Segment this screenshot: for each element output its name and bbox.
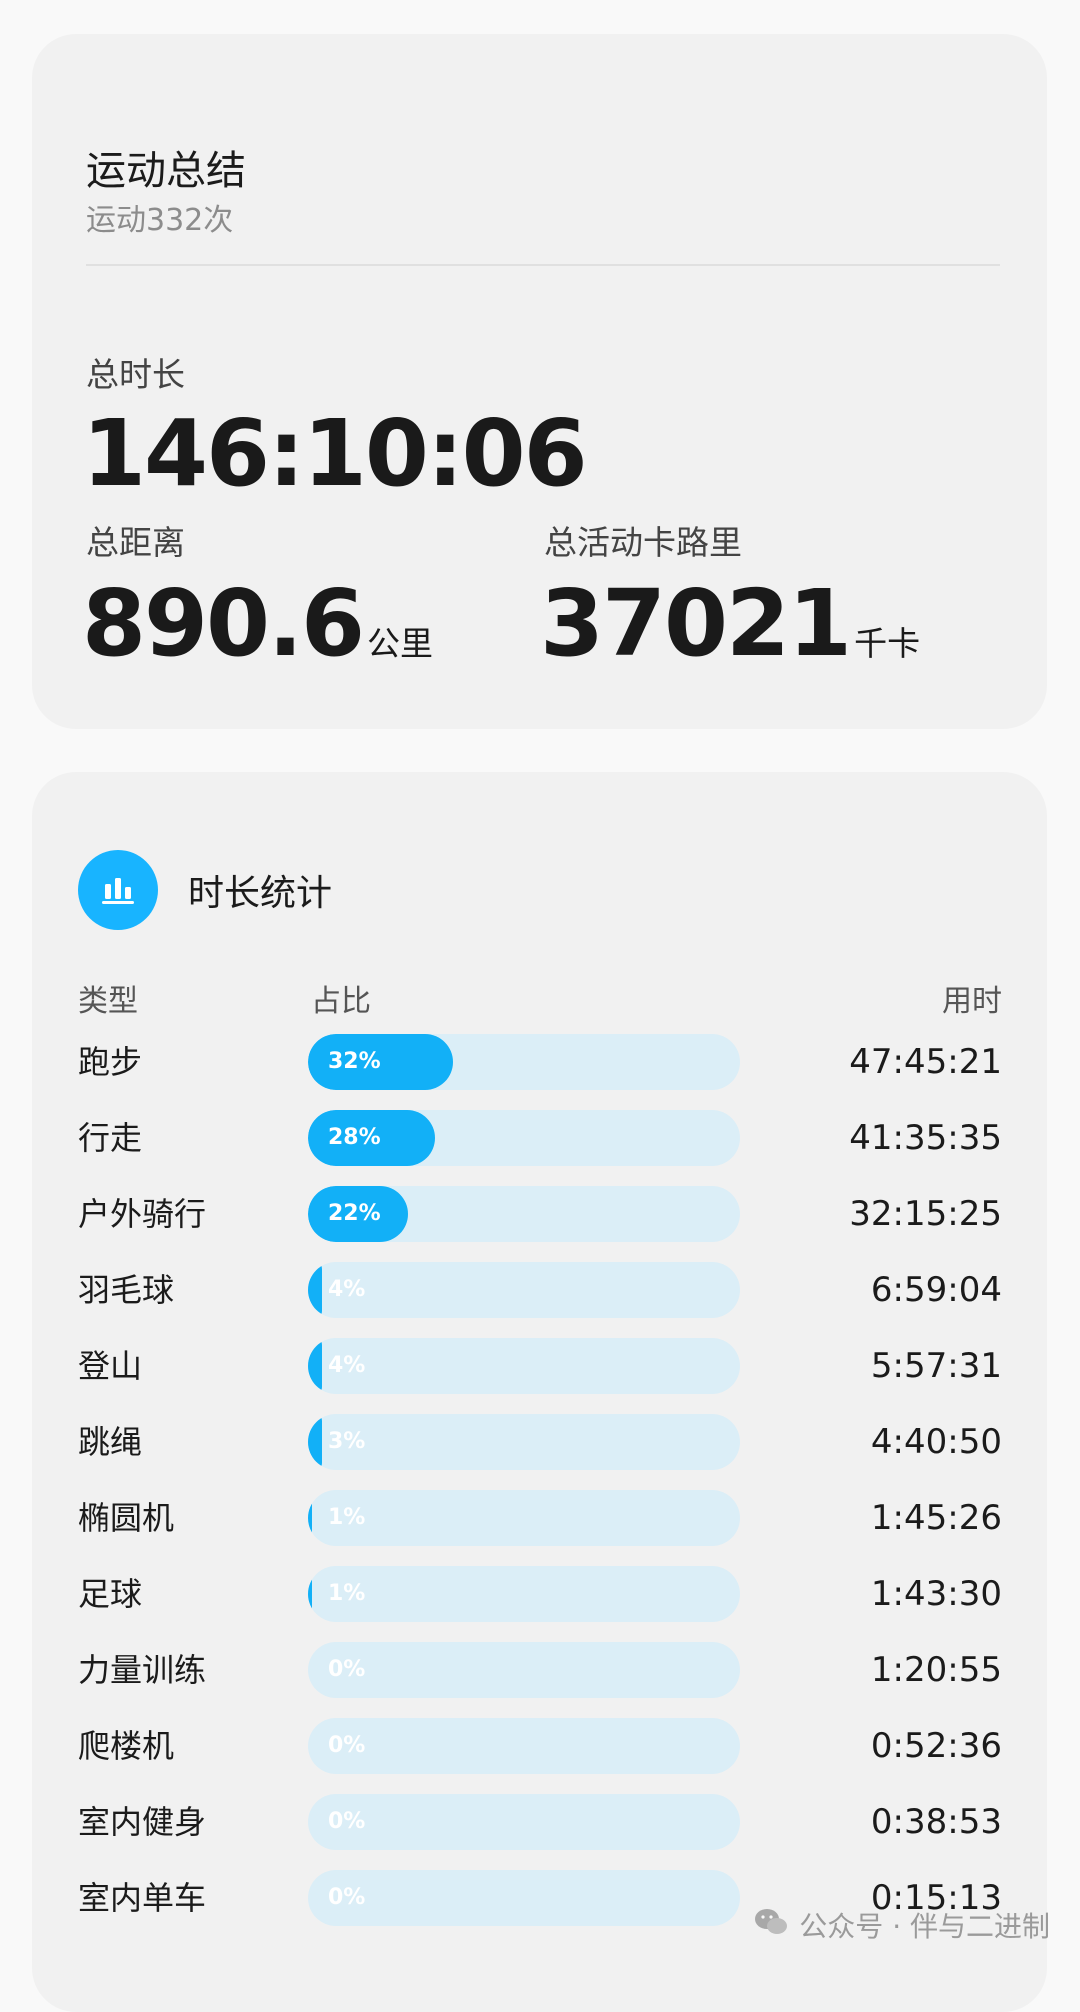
table-header: 类型 占比 用时 [78,982,1002,1022]
ratio-bar: 1% [308,1566,740,1622]
watermark: 公众号 · 伴与二进制 [753,1905,1050,1945]
duration-stats-card: 时长统计 类型 占比 用时 跑步 32% 47:45:21 行走 28% 41:35:35… [32,772,1047,2012]
column-time: 用时 [942,984,1002,1019]
ratio-label: 1% [328,1505,366,1530]
activity-type: 羽毛球 [78,1271,175,1309]
ratio-bar-fill [308,1338,322,1394]
activity-type: 跑步 [78,1043,143,1081]
section-header: 时长统计 [78,850,332,930]
total-duration-label: 总时长 [86,355,185,394]
table-row: 椭圆机 1% 1:45:26 [78,1480,1002,1556]
table-row: 爬楼机 0% 0:52:36 [78,1708,1002,1784]
ratio-bar-fill [308,1414,322,1470]
bar-chart-icon [78,850,158,930]
table-row: 足球 1% 1:43:30 [78,1556,1002,1632]
ratio-bar: 0% [308,1870,740,1926]
table-row: 行走 28% 41:35:35 [78,1100,1002,1176]
ratio-label: 28% [328,1125,381,1150]
ratio-label: 32% [328,1049,381,1074]
activity-type: 椭圆机 [78,1499,175,1537]
activity-time: 4:40:50 [870,1422,1002,1462]
ratio-label: 0% [328,1885,366,1910]
total-duration-value: 146:10:06 [82,400,588,507]
ratio-label: 0% [328,1657,366,1682]
activity-time: 0:38:53 [870,1802,1002,1842]
total-distance-label: 总距离 [86,523,185,562]
ratio-bar: 22% [308,1186,740,1242]
total-calories-value: 37021 [540,570,852,677]
section-title: 时长统计 [188,873,333,914]
watermark-text: 公众号 · 伴与二进制 [799,1910,1050,1943]
activity-type: 室内单车 [78,1879,207,1917]
activity-time: 32:15:25 [849,1194,1002,1234]
activity-time: 47:45:21 [849,1042,1002,1082]
activity-type: 足球 [78,1575,143,1613]
ratio-bar: 32% [308,1034,740,1090]
activity-time: 0:52:36 [870,1726,1002,1766]
ratio-label: 4% [328,1353,366,1378]
activity-time: 1:20:55 [870,1650,1002,1690]
ratio-bar: 3% [308,1414,740,1470]
table-row: 登山 4% 5:57:31 [78,1328,1002,1404]
activity-type: 室内健身 [78,1803,207,1841]
ratio-bar: 0% [308,1642,740,1698]
activity-type: 力量训练 [78,1651,207,1689]
activity-type: 行走 [78,1119,143,1157]
table-row: 羽毛球 4% 6:59:04 [78,1252,1002,1328]
distance-unit: 公里 [367,624,434,663]
activity-time: 1:45:26 [870,1498,1002,1538]
table-row: 户外骑行 22% 32:15:25 [78,1176,1002,1252]
calories-unit: 千卡 [854,624,921,663]
table-row: 跳绳 3% 4:40:50 [78,1404,1002,1480]
ratio-bar: 1% [308,1490,740,1546]
table-row: 力量训练 0% 1:20:55 [78,1632,1002,1708]
activity-time: 41:35:35 [849,1118,1002,1158]
column-ratio: 占比 [311,984,371,1019]
divider [86,264,1000,266]
workout-count: 运动332次 [86,203,234,238]
activity-type: 登山 [78,1347,143,1385]
ratio-bar: 4% [308,1262,740,1318]
ratio-label: 4% [328,1277,366,1302]
ratio-bar: 28% [308,1110,740,1166]
ratio-label: 1% [328,1581,366,1606]
ratio-label: 22% [328,1201,381,1226]
summary-card: 运动总结 运动332次 总时长 146:10:06 总距离 890.6 公里 总活… [32,34,1047,729]
activity-time: 6:59:04 [870,1270,1002,1310]
table-row: 室内健身 0% 0:38:53 [78,1784,1002,1860]
ratio-bar-fill [308,1566,312,1622]
ratio-bar-fill [308,1262,322,1318]
ratio-label: 0% [328,1733,366,1758]
activity-time: 1:43:30 [870,1574,1002,1614]
activity-type: 户外骑行 [78,1195,207,1233]
ratio-label: 0% [328,1809,366,1834]
activity-time: 5:57:31 [870,1346,1002,1386]
total-distance: 890.6 公里 [82,574,433,694]
total-calories-label: 总活动卡路里 [544,523,742,562]
ratio-bar: 4% [308,1338,740,1394]
column-type: 类型 [78,984,138,1019]
wechat-icon [753,1907,789,1944]
activity-list: 跑步 32% 47:45:21 行走 28% 41:35:35 户外骑行 22% 32:15:2… [78,1024,1002,1936]
activity-type: 跳绳 [78,1423,143,1461]
ratio-bar: 0% [308,1718,740,1774]
ratio-label: 3% [328,1429,366,1454]
activity-type: 爬楼机 [78,1727,175,1765]
summary-title: 运动总结 [86,148,246,194]
table-row: 跑步 32% 47:45:21 [78,1024,1002,1100]
ratio-bar: 0% [308,1794,740,1850]
total-distance-value: 890.6 [82,570,365,677]
ratio-bar-fill [308,1490,312,1546]
total-calories: 37021 千卡 [540,574,920,694]
